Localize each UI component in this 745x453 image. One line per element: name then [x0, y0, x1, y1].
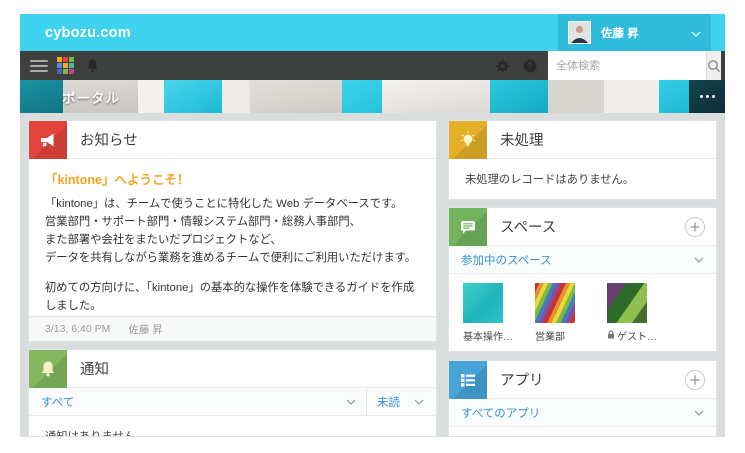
intro-line: 営業部門・サポート部門・情報システム部門・総務人事部門、	[45, 213, 420, 231]
space-label: ゲスト…	[607, 328, 663, 343]
intro-line: 「kintone」は、チームで使うことに特化した Web データベースです。	[45, 195, 420, 213]
app-launcher-icon[interactable]	[57, 57, 74, 74]
megaphone-icon	[29, 121, 67, 159]
svg-text:?: ?	[527, 61, 533, 71]
user-menu[interactable]: 佐藤 昇	[558, 14, 711, 51]
notifications-empty-message: 通知はありません	[29, 416, 436, 437]
top-bar: cybozu.com 佐藤 昇	[20, 14, 725, 51]
notifications-bell-icon	[29, 350, 67, 388]
speech-bubble-icon	[449, 208, 487, 246]
announcement-panel: お知らせ 「kintone」へようこそ！ 「kintone」は、チームで使うこと…	[28, 120, 437, 342]
chevron-down-icon[interactable]	[694, 407, 704, 419]
notifications-panel: 通知 すべて 未読 通知はありません	[28, 349, 437, 437]
filter-all[interactable]: すべて	[41, 394, 74, 410]
notifications-filter-row: すべて 未読	[29, 388, 436, 416]
avatar	[568, 21, 591, 44]
apps-header: アプリ	[449, 361, 716, 399]
announcement-header: お知らせ	[29, 121, 436, 159]
pending-empty-message: 未処理のレコードはありません。	[449, 159, 716, 199]
chevron-down-icon[interactable]	[694, 254, 704, 266]
pending-title: 未処理	[500, 129, 544, 150]
add-app-button[interactable]	[685, 370, 705, 390]
space-thumbnail	[463, 283, 503, 323]
notifications-header: 通知	[29, 350, 436, 388]
lock-icon	[607, 330, 615, 342]
chevron-down-icon	[691, 24, 701, 42]
announcement-title: お知らせ	[80, 129, 138, 150]
bell-icon[interactable]	[85, 58, 100, 73]
spaces-list: 基本操作… 営業部 ゲスト…	[449, 274, 716, 352]
apps-panel: アプリ すべてのアプリ	[448, 360, 717, 437]
spaces-filter-row: 参加中のスペース	[449, 246, 716, 274]
app-list-icon	[449, 361, 487, 399]
apps-filter-row: すべてのアプリ	[449, 399, 716, 427]
posted-date: 3/13, 6:40 PM	[45, 323, 110, 335]
help-icon[interactable]: ?	[523, 59, 537, 73]
menu-icon[interactable]	[30, 60, 48, 72]
nav-bar: ?	[20, 51, 725, 80]
left-column: お知らせ 「kintone」へようこそ！ 「kintone」は、チームで使うこと…	[28, 120, 437, 437]
search-input[interactable]	[548, 51, 706, 80]
spaces-filter[interactable]: 参加中のスペース	[461, 252, 552, 268]
space-label: 営業部	[535, 328, 591, 343]
apps-title: アプリ	[500, 369, 544, 390]
space-item[interactable]: ゲスト…	[607, 283, 663, 343]
portal-more-icon[interactable]	[689, 80, 725, 113]
portal-content: お知らせ 「kintone」へようこそ！ 「kintone」は、チームで使うこと…	[20, 113, 725, 437]
add-space-button[interactable]	[685, 217, 705, 237]
space-item[interactable]: 基本操作…	[463, 283, 519, 343]
space-thumbnail	[607, 283, 647, 323]
global-search	[548, 51, 716, 80]
spaces-header: スペース	[449, 208, 716, 246]
chevron-down-icon[interactable]	[414, 396, 424, 408]
intro-line: また部署や会社をまたいだプロジェクトなど、	[45, 231, 420, 249]
search-icon[interactable]	[706, 51, 721, 80]
portal-cover-banner: ポータル	[20, 80, 725, 113]
posted-by[interactable]: 佐藤 昇	[128, 322, 162, 337]
welcome-heading: 「kintone」へようこそ！	[45, 170, 420, 190]
filter-unread[interactable]: 未読	[377, 394, 400, 410]
apps-filter[interactable]: すべてのアプリ	[461, 405, 540, 421]
guide-line: 初めての方向けに、「kintone」の基本的な操作を体験できるガイドを作成しまし…	[45, 279, 420, 315]
lightbulb-icon	[449, 121, 487, 159]
spaces-panel: スペース 参加中のスペース	[448, 207, 717, 352]
space-item[interactable]: 営業部	[535, 283, 591, 343]
space-label: 基本操作…	[463, 328, 519, 343]
spaces-title: スペース	[500, 216, 556, 237]
notifications-title: 通知	[80, 358, 109, 379]
right-column: 未処理 未処理のレコードはありません。 ス	[448, 120, 717, 437]
kintone-portal-page: cybozu.com 佐藤 昇	[0, 0, 745, 453]
app-frame: cybozu.com 佐藤 昇	[20, 14, 725, 437]
pending-header: 未処理	[449, 121, 716, 159]
announcement-footer: 3/13, 6:40 PM 佐藤 昇	[29, 316, 436, 341]
pending-panel: 未処理 未処理のレコードはありません。	[448, 120, 717, 200]
chevron-down-icon[interactable]	[346, 396, 356, 408]
intro-line: データを共有しながら業務を進めるチームで便利にご利用いただけます。	[45, 249, 420, 267]
user-name: 佐藤 昇	[601, 25, 639, 41]
cybozu-logo[interactable]: cybozu.com	[45, 25, 131, 41]
page-title: ポータル	[62, 87, 120, 107]
gear-icon[interactable]	[494, 58, 510, 74]
announcement-body: 「kintone」へようこそ！ 「kintone」は、チームで使うことに特化した…	[29, 159, 436, 316]
space-thumbnail	[535, 283, 575, 323]
